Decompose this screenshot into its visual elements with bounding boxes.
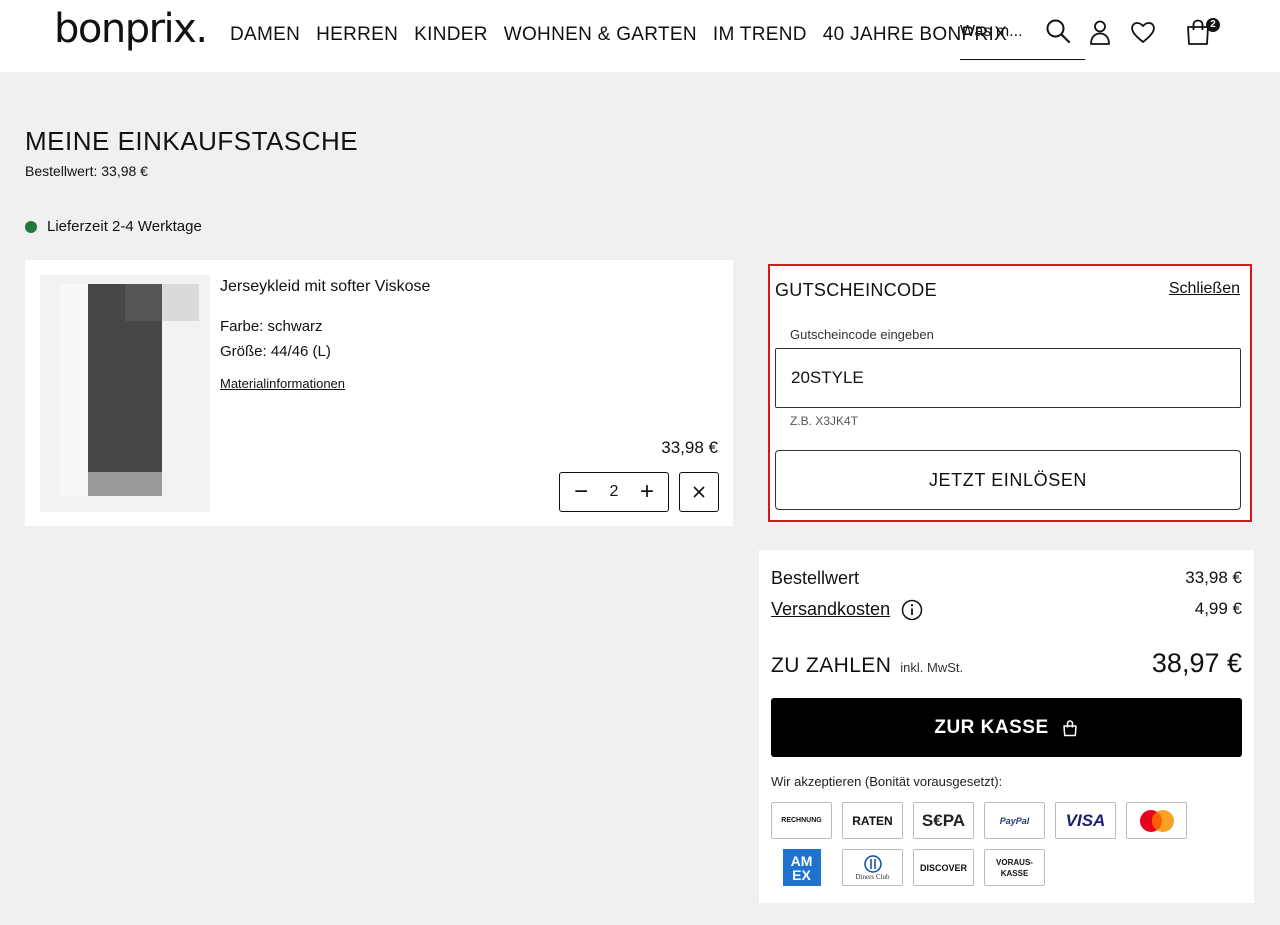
payment-sepa: S€PA (913, 802, 974, 839)
order-value-amount: 33,98 € (1185, 568, 1242, 587)
info-icon[interactable] (901, 599, 923, 621)
page-title: MEINE EINKAUFSTASCHE (25, 126, 359, 156)
shipping-amount: 4,99 € (1194, 599, 1242, 618)
quantity-stepper: − 2 + (559, 472, 669, 512)
product-image-part (60, 284, 88, 496)
voucher-code-input[interactable] (775, 348, 1241, 408)
payment-rechnung-label: RECHNUNG (781, 817, 822, 824)
payment-amex-label-2: EX (792, 866, 811, 883)
lock-bag-icon (1062, 719, 1077, 736)
checkout-label: ZUR KASSE (934, 716, 1049, 738)
payment-amex-label-1: AM (790, 852, 813, 869)
status-dot-icon (25, 220, 37, 233)
payment-discover-label: DISCOVER (919, 862, 967, 873)
quantity-value: 2 (609, 483, 619, 500)
payment-vorauskasse-label-1: VORAUS- (996, 857, 1033, 867)
search-input[interactable] (960, 20, 1036, 44)
heart-icon[interactable] (1129, 18, 1157, 46)
payment-diners-label: Diners Club (855, 872, 890, 881)
voucher-title: GUTSCHEINCODE (775, 280, 937, 300)
cart-count-badge: 2 (1206, 18, 1220, 32)
order-value-label: Bestellwert (771, 568, 860, 588)
payment-vorauskasse-label-2: KASSE (1000, 868, 1029, 878)
summary-order-value-row: Bestellwert 33,98 € (771, 568, 1242, 589)
diners-logo-icon (863, 854, 882, 873)
summary-shipping-row: Versandkosten 4,99 € (771, 599, 1242, 621)
payment-visa: VISA (1055, 802, 1116, 839)
close-icon (693, 486, 705, 498)
account-icon[interactable] (1086, 18, 1114, 46)
voucher-panel: GUTSCHEINCODE Schließen Gutscheincode ei… (768, 264, 1252, 522)
redeem-voucher-button[interactable]: JETZT EINLÖSEN (775, 450, 1241, 510)
nav-wohnen-garten[interactable]: WOHNEN & GARTEN (504, 24, 697, 46)
payment-vorauskasse: VORAUS- KASSE (984, 849, 1045, 886)
product-name[interactable]: Jerseykleid mit softer Viskose (220, 278, 430, 296)
payment-paypal: PayPal (984, 802, 1045, 839)
payment-sepa-label: S€PA (921, 810, 966, 830)
payment-amex: AM EX (771, 849, 832, 886)
nav-damen[interactable]: DAMEN (230, 24, 300, 46)
nav-im-trend[interactable]: IM TREND (713, 24, 807, 46)
product-size: Größe: 44/46 (L) (220, 343, 331, 360)
payment-mastercard (1126, 802, 1187, 839)
payment-paypal-label: PayPal (999, 815, 1030, 826)
payment-discover: DISCOVER (913, 849, 974, 886)
bonprix-logo[interactable]: bonprix. (54, 6, 208, 52)
quantity-decrease-button[interactable]: − (574, 480, 588, 504)
product-image-part (125, 284, 162, 321)
top-header: bonprix. DAMEN HERREN KINDER WOHNEN & GA… (0, 0, 1280, 72)
delivery-info: Lieferzeit 2-4 Werktage (25, 218, 202, 235)
product-image-part (88, 472, 162, 496)
payment-raten-label: RATEN (852, 813, 893, 828)
checkout-button[interactable]: ZUR KASSE (771, 698, 1242, 757)
search-box (960, 14, 1085, 60)
voucher-hint: Z.B. X3JK4T (790, 414, 859, 428)
shipping-label-link[interactable]: Versandkosten (771, 599, 890, 619)
payment-visa-label: VISA (1065, 810, 1106, 830)
remove-item-button[interactable] (679, 472, 719, 512)
cart-item-card: Jerseykleid mit softer Viskose Farbe: sc… (25, 260, 733, 526)
total-label: ZU ZAHLEN (771, 654, 892, 677)
material-info-link[interactable]: Materialinformationen (220, 376, 345, 391)
total-amount: 38,97 € (1151, 648, 1242, 678)
nav-kinder[interactable]: KINDER (414, 24, 488, 46)
nav-herren[interactable]: HERREN (316, 24, 398, 46)
summary-total-row: ZU ZAHLEN inkl. MwSt. 38,97 € (771, 648, 1242, 679)
payment-rechnung: RECHNUNG (771, 802, 832, 839)
order-summary: Bestellwert 33,98 € Versandkosten 4,99 €… (759, 550, 1254, 903)
product-price: 33,98 € (661, 438, 718, 457)
product-color: Farbe: schwarz (220, 318, 323, 335)
voucher-close-link[interactable]: Schließen (1169, 280, 1240, 298)
product-image[interactable] (40, 275, 210, 512)
voucher-input-label: Gutscheincode eingeben (790, 327, 934, 342)
product-image-part (162, 284, 199, 321)
delivery-text: Lieferzeit 2-4 Werktage (47, 218, 202, 235)
payment-diners: Diners Club (842, 849, 903, 886)
order-value-subtitle: Bestellwert: 33,98 € (25, 163, 148, 179)
mastercard-icon (1139, 809, 1174, 832)
payment-raten: RATEN (842, 802, 903, 839)
search-icon[interactable] (1045, 18, 1071, 44)
accepted-payments-text: Wir akzeptieren (Bonität vorausgesetzt): (771, 774, 1003, 789)
quantity-increase-button[interactable]: + (640, 480, 654, 504)
total-vat-note: inkl. MwSt. (900, 660, 964, 675)
main-nav: DAMEN HERREN KINDER WOHNEN & GARTEN IM T… (230, 24, 1007, 46)
